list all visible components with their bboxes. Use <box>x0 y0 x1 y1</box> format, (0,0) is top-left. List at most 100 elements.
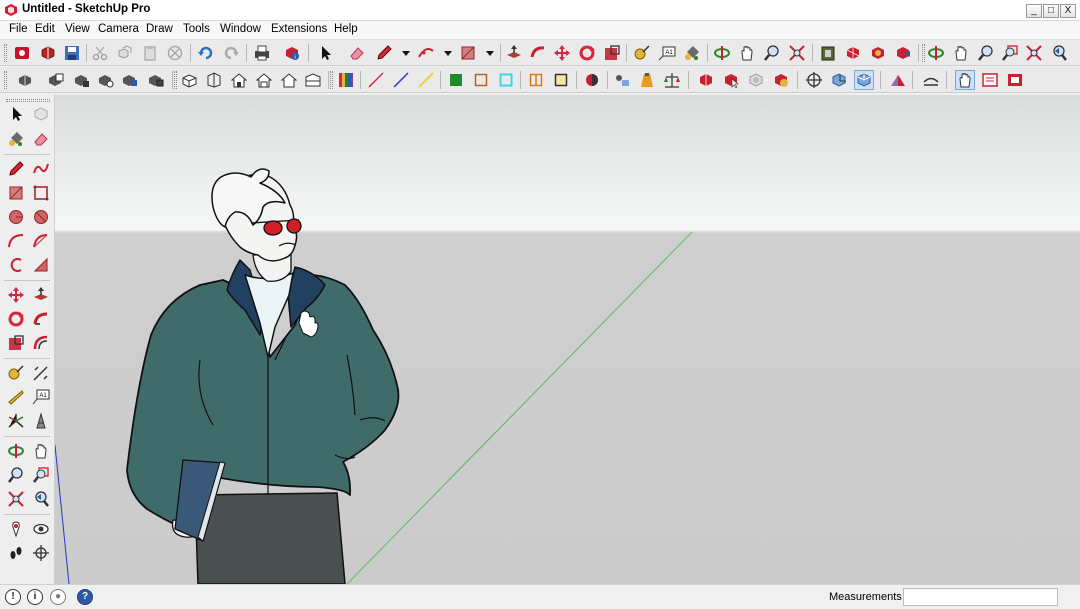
paint-bucket-icon[interactable] <box>5 128 27 150</box>
scale-icon[interactable] <box>5 332 27 354</box>
views-back-icon[interactable] <box>279 70 299 90</box>
toolbar-grip[interactable] <box>330 71 333 89</box>
rotate-icon[interactable] <box>5 308 27 330</box>
warehouse-icon[interactable] <box>818 43 838 63</box>
previous-view-icon[interactable] <box>30 488 52 510</box>
paint-bucket-icon[interactable] <box>682 43 702 63</box>
views-front-icon[interactable] <box>229 70 249 90</box>
solid-intersect-icon[interactable] <box>662 70 682 90</box>
copy-icon[interactable] <box>115 43 135 63</box>
rotate-icon[interactable] <box>577 43 597 63</box>
shadows-icon[interactable] <box>582 70 602 90</box>
group-icon[interactable] <box>96 70 116 90</box>
user-account-icon[interactable]: ● <box>50 589 66 605</box>
axes-icon[interactable] <box>5 410 27 432</box>
polygon-icon[interactable] <box>30 206 52 228</box>
help-icon[interactable]: ? <box>77 589 93 605</box>
section-plane-icon[interactable] <box>30 542 52 564</box>
section-fill-icon[interactable] <box>551 70 571 90</box>
interact-icon[interactable] <box>721 70 741 90</box>
cut-icon[interactable] <box>90 43 110 63</box>
offset-icon[interactable] <box>30 332 52 354</box>
section-display-icon[interactable] <box>526 70 546 90</box>
views-right-icon[interactable] <box>254 70 274 90</box>
look-around-icon[interactable] <box>30 518 52 540</box>
attributes-icon[interactable] <box>771 70 791 90</box>
select-tool-icon[interactable] <box>316 43 336 63</box>
scale-icon[interactable] <box>602 43 622 63</box>
model-info-icon[interactable]: i <box>282 43 302 63</box>
blue-line-icon[interactable] <box>391 70 411 90</box>
sandbox-icon[interactable] <box>612 70 632 90</box>
extension-manager-icon[interactable] <box>1005 70 1025 90</box>
drawing-viewport[interactable] <box>55 95 1080 584</box>
undo-icon[interactable] <box>196 43 216 63</box>
position-camera-icon[interactable] <box>5 518 27 540</box>
menu-tools[interactable]: Tools <box>183 23 210 35</box>
standard-views-icon[interactable] <box>854 70 874 90</box>
menu-file[interactable]: File <box>9 23 28 35</box>
cyan-outline-square-icon[interactable] <box>496 70 516 90</box>
geo-location-icon[interactable]: ! <box>5 589 21 605</box>
three-point-arc-icon[interactable] <box>5 254 27 276</box>
maximize-button[interactable]: □ <box>1043 4 1059 18</box>
3d-text-icon[interactable] <box>30 410 52 432</box>
chevron-down-icon[interactable] <box>438 43 458 63</box>
perspective-icon[interactable] <box>829 70 849 90</box>
position-camera-icon[interactable] <box>804 70 824 90</box>
eraser-icon[interactable] <box>347 43 367 63</box>
paste-icon[interactable] <box>140 43 160 63</box>
zoom-2-icon[interactable] <box>976 43 996 63</box>
layout-icon[interactable] <box>980 70 1000 90</box>
circle-icon[interactable] <box>5 206 27 228</box>
pan-2-icon[interactable] <box>951 43 971 63</box>
rotated-rectangle-icon[interactable] <box>30 182 52 204</box>
layer-icon[interactable] <box>146 70 166 90</box>
cube-add-icon[interactable] <box>38 43 58 63</box>
options-icon[interactable] <box>746 70 766 90</box>
views-left-icon[interactable] <box>303 70 323 90</box>
zoom-icon[interactable] <box>5 464 27 486</box>
erase-selection-icon[interactable] <box>165 43 185 63</box>
orbit-icon[interactable] <box>712 43 732 63</box>
menu-draw[interactable]: Draw <box>146 23 173 35</box>
previous-view-icon[interactable] <box>1049 43 1069 63</box>
menu-view[interactable]: View <box>65 23 90 35</box>
yellow-line-icon[interactable] <box>416 70 436 90</box>
dynamic-components-icon[interactable] <box>696 70 716 90</box>
model-canvas[interactable] <box>55 95 1080 584</box>
tape-measure-icon[interactable] <box>5 362 27 384</box>
zoom-window-icon[interactable] <box>1000 43 1020 63</box>
walk-icon[interactable] <box>5 542 27 564</box>
follow-me-icon[interactable] <box>528 43 548 63</box>
move-icon[interactable] <box>552 43 572 63</box>
toolbar-grip[interactable] <box>922 44 925 62</box>
toolbar-grip[interactable] <box>174 71 177 89</box>
freehand-icon[interactable] <box>30 158 52 180</box>
rectangle-icon[interactable] <box>5 182 27 204</box>
zoom-icon[interactable] <box>762 43 782 63</box>
redo-icon[interactable] <box>221 43 241 63</box>
green-square-icon[interactable] <box>446 70 466 90</box>
pan-icon[interactable] <box>737 43 757 63</box>
protractor-icon[interactable] <box>5 386 27 408</box>
component-outline-icon[interactable] <box>72 70 92 90</box>
hand-icon[interactable] <box>955 70 975 90</box>
rectangle-icon[interactable] <box>458 43 478 63</box>
styles-icon[interactable] <box>16 70 36 90</box>
text-icon[interactable]: A1 <box>30 386 52 408</box>
move-icon[interactable] <box>5 284 27 306</box>
minimize-button[interactable]: _ <box>1026 4 1042 18</box>
zoom-extents-icon[interactable] <box>5 488 27 510</box>
arc-icon[interactable] <box>5 230 27 252</box>
arc-icon[interactable] <box>416 43 436 63</box>
menu-help[interactable]: Help <box>334 23 358 35</box>
orbit-2-icon[interactable] <box>926 43 946 63</box>
warehouse-upload-icon[interactable] <box>888 70 908 90</box>
menu-camera[interactable]: Camera <box>98 23 139 35</box>
share-model-icon[interactable] <box>843 43 863 63</box>
push-pull-icon[interactable] <box>504 43 524 63</box>
make-component-icon[interactable] <box>30 103 52 125</box>
extension-warehouse-icon[interactable] <box>893 43 913 63</box>
views-top-icon[interactable] <box>204 70 224 90</box>
